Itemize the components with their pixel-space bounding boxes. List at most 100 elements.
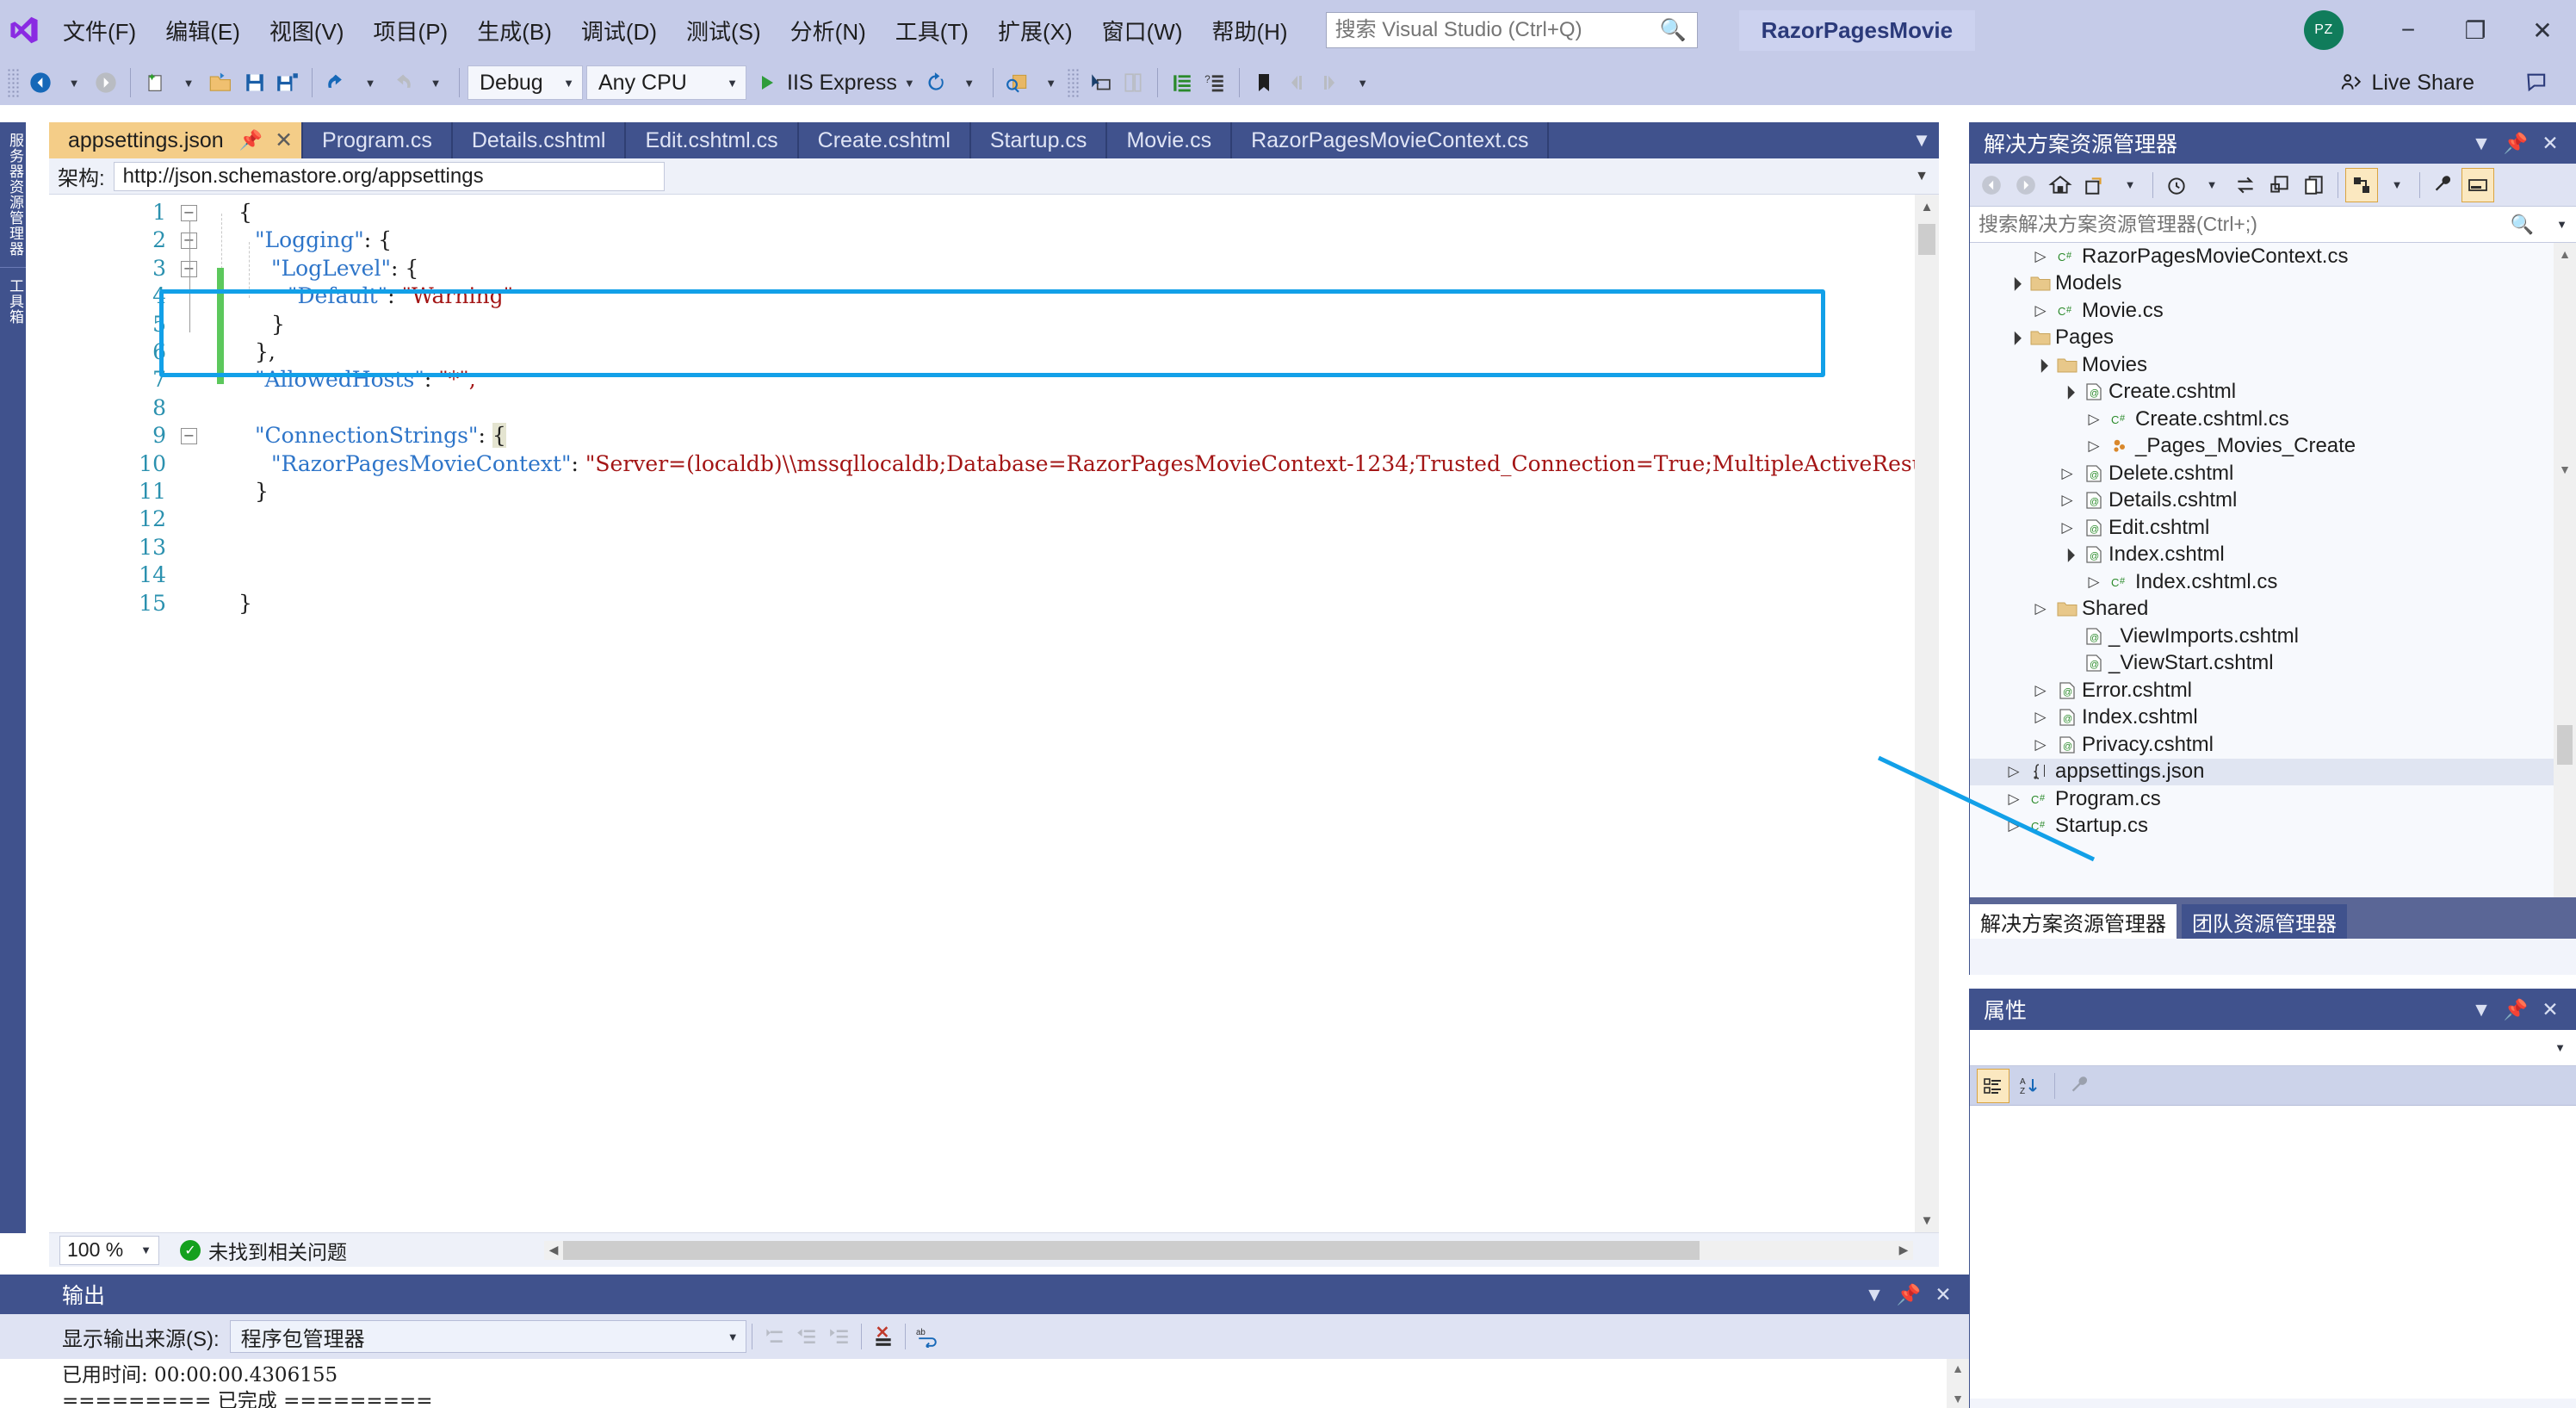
expander-expanded-icon[interactable]: ◢: [2053, 378, 2082, 406]
minimize-button[interactable]: −: [2375, 0, 2442, 60]
menu-item-help[interactable]: 帮助(H): [1197, 0, 1302, 60]
clear-output-icon[interactable]: [867, 1319, 900, 1354]
editor-vertical-scrollbar[interactable]: ▲ ▼: [1915, 195, 1939, 1232]
solution-search-input[interactable]: [1978, 213, 2495, 236]
sidebar-tab-toolbox[interactable]: 工具箱: [0, 267, 26, 335]
toggle-word-wrap-icon[interactable]: ab: [911, 1319, 944, 1354]
schema-value[interactable]: http://json.schemastore.org/appsettings: [114, 162, 665, 191]
scroll-down-icon[interactable]: ▼: [2554, 458, 2576, 481]
redo-dropdown-icon[interactable]: ▼: [418, 64, 451, 102]
start-debug-icon[interactable]: [750, 64, 783, 102]
feedback-icon[interactable]: [2524, 60, 2550, 105]
tree-node-pages-movies-create[interactable]: ▷_Pages_Movies_Create: [1970, 433, 2576, 461]
tab-overflow-icon[interactable]: ▼: [1904, 122, 1939, 158]
collapse-all-icon[interactable]: [2263, 168, 2296, 202]
tab-appsettings-json[interactable]: appsettings.json 📌 ✕: [49, 122, 303, 158]
properties-object-select[interactable]: ▼: [1970, 1030, 2576, 1066]
restore-button[interactable]: ❐: [2442, 0, 2509, 60]
editor-horizontal-scrollbar[interactable]: ◀ ▶: [544, 1241, 1913, 1260]
preview-selected-items-icon[interactable]: [2345, 168, 2378, 202]
chevron-down-icon[interactable]: ▼: [1857, 1283, 1892, 1306]
tree-node-viewimports-cshtml[interactable]: @_ViewImports.cshtml: [1970, 623, 2576, 650]
select-element-icon[interactable]: [1084, 64, 1117, 102]
fold-toggle-icon[interactable]: −: [181, 428, 197, 444]
tab-startup-cs[interactable]: Startup.cs: [971, 122, 1108, 158]
navigate-forward-icon[interactable]: [90, 64, 122, 102]
scroll-right-icon[interactable]: ▶: [1894, 1243, 1913, 1257]
find-dropdown-icon[interactable]: ▼: [1034, 64, 1067, 102]
tree-node-pages[interactable]: ◢Pages: [1970, 325, 2576, 352]
menu-item-debug[interactable]: 调试(D): [567, 0, 672, 60]
bookmark-icon[interactable]: [1248, 64, 1280, 102]
sidebar-tab-server-explorer[interactable]: 服务器资源管理器: [0, 122, 26, 267]
tree-node-movies[interactable]: ◢Movies: [1970, 351, 2576, 379]
hot-reload-dropdown-icon[interactable]: ▼: [952, 64, 985, 102]
avatar[interactable]: PZ: [2304, 10, 2344, 50]
expander-collapsed-icon[interactable]: ▷: [2082, 411, 2106, 428]
output-source-select[interactable]: 程序包管理器 ▼: [230, 1320, 746, 1353]
expander-collapsed-icon[interactable]: ▷: [2002, 817, 2026, 834]
pin-icon[interactable]: 📌: [239, 129, 263, 152]
tree-node-razorpagesmoviecontext-cs[interactable]: ▷C#RazorPagesMovieContext.cs: [1970, 243, 2576, 270]
alphabetical-view-icon[interactable]: AZ: [2013, 1069, 2046, 1103]
hot-reload-icon[interactable]: [920, 64, 952, 102]
expander-collapsed-icon[interactable]: ▷: [2082, 437, 2106, 455]
menu-item-edit[interactable]: 编辑(E): [151, 0, 255, 60]
tab-details-cshtml[interactable]: Details.cshtml: [453, 122, 627, 158]
expander-collapsed-icon[interactable]: ▷: [2028, 600, 2053, 617]
tree-node-movie-cs[interactable]: ▷C#Movie.cs: [1970, 297, 2576, 325]
prev-bookmark-icon[interactable]: [1280, 64, 1313, 102]
properties-wrench-icon[interactable]: [2064, 1069, 2096, 1103]
tree-node-privacy-cshtml[interactable]: ▷@Privacy.cshtml: [1970, 731, 2576, 759]
menu-item-tools[interactable]: 工具(T): [881, 0, 983, 60]
previous-message-icon[interactable]: [790, 1319, 823, 1354]
undo-dropdown-icon[interactable]: ▼: [353, 64, 386, 102]
pending-changes-icon[interactable]: [2160, 168, 2193, 202]
tree-node-create-cshtml[interactable]: ◢@Create.cshtml: [1970, 379, 2576, 406]
expander-collapsed-icon[interactable]: ▷: [2028, 709, 2053, 726]
toolbar-grip[interactable]: [7, 68, 19, 97]
tab-edit-cshtml-cs[interactable]: Edit.cshtml.cs: [626, 122, 798, 158]
chevron-down-icon[interactable]: ▼: [2464, 998, 2499, 1021]
menu-bar[interactable]: 文件(F) 编辑(E) 视图(V) 项目(P) 生成(B) 调试(D) 测试(S…: [48, 0, 1303, 60]
tree-node-appsettings-json[interactable]: ▷appsettings.json: [1970, 759, 2576, 786]
scroll-down-icon[interactable]: ▼: [1947, 1389, 1969, 1408]
scroll-left-icon[interactable]: ◀: [544, 1243, 563, 1257]
tab-movie-cs[interactable]: Movie.cs: [1107, 122, 1232, 158]
menu-item-extensions[interactable]: 扩展(X): [983, 0, 1087, 60]
global-search-box[interactable]: 🔍: [1326, 12, 1698, 48]
sync-icon[interactable]: [2229, 168, 2262, 202]
tree-node-index-cshtml[interactable]: ◢@Index.cshtml: [1970, 542, 2576, 569]
close-icon[interactable]: ✕: [275, 127, 293, 153]
go-to-message-icon[interactable]: [758, 1319, 790, 1354]
expander-collapsed-icon[interactable]: ▷: [2002, 763, 2026, 780]
save-icon[interactable]: [238, 64, 271, 102]
menu-item-view[interactable]: 视图(V): [255, 0, 359, 60]
run-target-label[interactable]: IIS Express ▼: [783, 64, 920, 102]
new-project-icon[interactable]: [139, 64, 171, 102]
compare-files-icon[interactable]: [1117, 64, 1149, 102]
chevron-down-icon[interactable]: ▼: [1915, 169, 1929, 184]
expander-expanded-icon[interactable]: ◢: [2000, 324, 2028, 352]
tab-program-cs[interactable]: Program.cs: [303, 122, 453, 158]
tree-node-create-cshtml-cs[interactable]: ▷C#Create.cshtml.cs: [1970, 406, 2576, 433]
new-project-dropdown-icon[interactable]: ▼: [171, 64, 204, 102]
tree-node-models[interactable]: ◢Models: [1970, 270, 2576, 298]
solution-tree[interactable]: ▷C#RazorPagesMovieContext.cs◢Models▷C#Mo…: [1970, 243, 2576, 897]
save-all-icon[interactable]: [271, 64, 304, 102]
close-icon[interactable]: ✕: [1926, 1283, 1960, 1306]
tab-solution-explorer[interactable]: 解决方案资源管理器: [1970, 904, 2177, 939]
navigate-back-icon[interactable]: [1975, 168, 2008, 202]
menu-item-window[interactable]: 窗口(W): [1087, 0, 1198, 60]
close-icon[interactable]: ✕: [2533, 132, 2567, 155]
expander-collapsed-icon[interactable]: ▷: [2028, 302, 2053, 319]
redo-icon[interactable]: [386, 64, 418, 102]
pin-icon[interactable]: 📌: [1892, 1283, 1926, 1306]
tab-razorpagesmoviecontext-cs[interactable]: RazorPagesMovieContext.cs: [1232, 122, 1549, 158]
navigate-forward-icon[interactable]: [2009, 168, 2042, 202]
scroll-up-icon[interactable]: ▲: [1947, 1359, 1969, 1378]
menu-item-analyze[interactable]: 分析(N): [776, 0, 881, 60]
tab-team-explorer[interactable]: 团队资源管理器: [2182, 904, 2347, 939]
menu-item-file[interactable]: 文件(F): [48, 0, 151, 60]
expander-expanded-icon[interactable]: ◢: [2000, 270, 2028, 298]
